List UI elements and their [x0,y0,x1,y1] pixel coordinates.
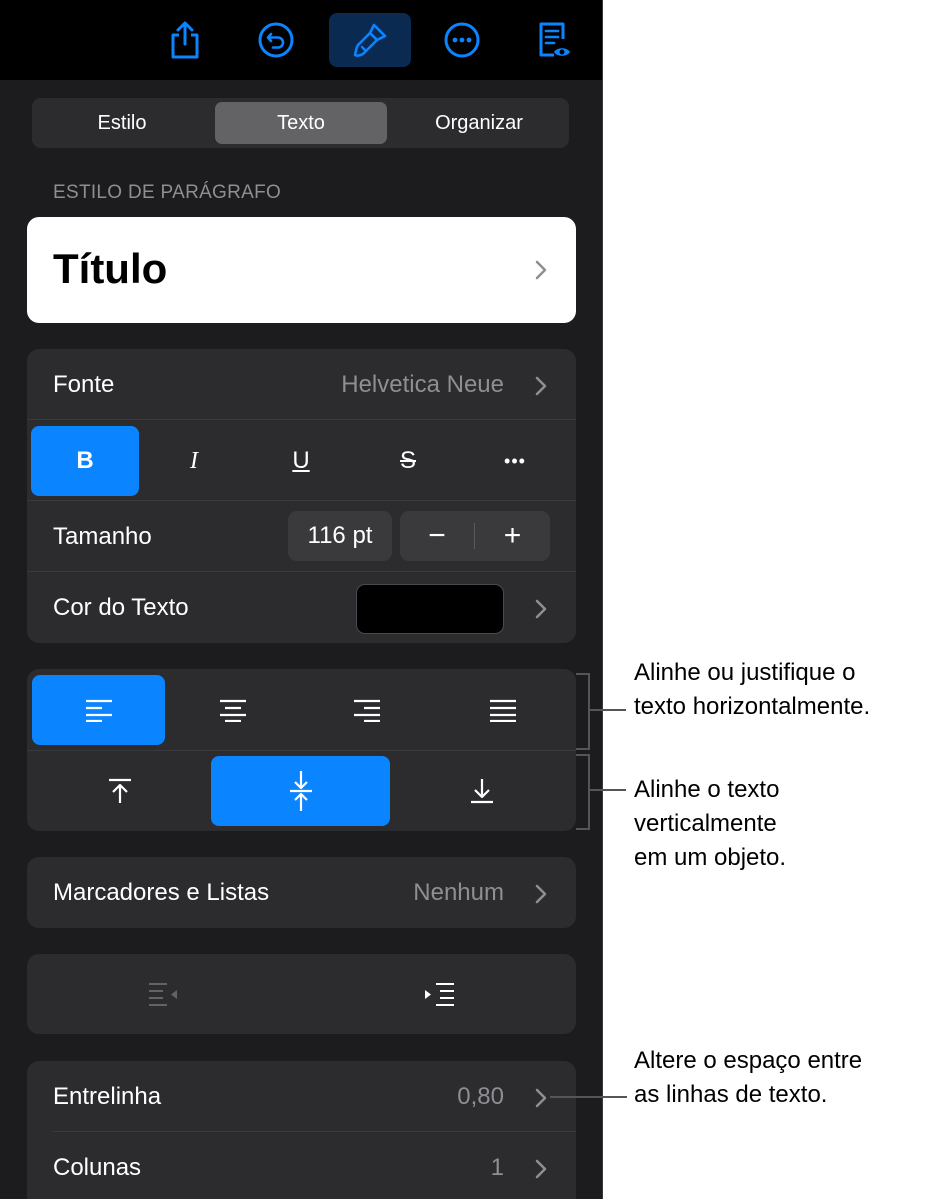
divider [53,1131,576,1132]
line-spacing-label: Entrelinha [53,1083,162,1110]
size-field[interactable]: 116 pt [288,511,392,561]
align-center-button[interactable] [166,675,299,745]
align-center-icon [219,699,246,722]
align-bottom-icon [470,779,493,804]
justify-icon [490,699,516,722]
paragraph-style-section-label: ESTILO DE PARÁGRAFO [53,182,282,203]
chevron-right-icon[interactable] [534,375,548,397]
tab-organizar[interactable]: Organizar [393,102,565,144]
font-label: Fonte [53,371,115,398]
size-stepper: − + [400,511,550,561]
align-middle-button[interactable] [211,756,390,826]
toolbar [0,0,602,80]
chevron-right-icon[interactable] [534,598,548,620]
chevron-right-icon[interactable] [534,1158,548,1180]
spacing-group: Entrelinha 0,80 Colunas 1 [27,1061,576,1199]
panel-border [602,0,603,1199]
more-styles-button[interactable]: ••• [461,426,569,496]
decrease-indent-icon [149,983,177,1006]
italic-button[interactable]: I [140,426,248,496]
divider [27,419,576,420]
columns-value[interactable]: 1 [491,1154,504,1182]
align-top-button[interactable] [31,756,209,826]
callout-line-spacing: Altere o espaço entre as linhas de texto… [634,1044,862,1112]
callout-text-line: texto horizontalmente. [634,693,871,720]
increase-indent-button[interactable] [302,954,576,1034]
align-right-icon [353,699,380,722]
callout-bracket-vertical [576,754,590,830]
callout-horizontal-alignment: Alinhe ou justifique o texto horizontalm… [634,656,870,724]
font-group: Fonte Helvetica Neue B I U S ••• Tamanho… [27,349,576,643]
align-right-button[interactable] [300,675,433,745]
alignment-group [27,669,576,831]
tab-bar: Estilo Texto Organizar [32,98,569,148]
align-left-icon [85,699,112,722]
decrease-indent-button[interactable] [27,954,301,1034]
tab-texto[interactable]: Texto [215,102,387,144]
increase-indent-icon [425,983,454,1006]
callout-leader-vertical [590,789,626,791]
font-value[interactable]: Helvetica Neue [341,371,504,399]
bullets-label: Marcadores e Listas [53,879,270,906]
align-top-icon [109,778,131,803]
decrease-size-button[interactable]: − [400,511,474,561]
callout-leader-horizontal [590,709,626,711]
more-icon[interactable] [421,13,503,67]
bullets-lists-row[interactable]: Marcadores e Listas Nenhum [27,857,576,928]
undo-icon[interactable] [235,13,317,67]
divider [27,500,576,501]
strikethrough-button[interactable]: S [354,426,462,496]
callout-text-line: Alinhe ou justifique o [634,659,856,686]
callout-text-line: verticalmente [634,810,777,837]
format-brush-icon[interactable] [329,13,411,67]
text-color-label: Cor do Texto [53,594,189,621]
chevron-right-icon[interactable] [534,1087,548,1109]
align-left-button[interactable] [32,675,165,745]
paragraph-style-button[interactable]: Título [27,217,576,323]
chevron-right-icon [535,260,547,280]
divider [27,750,576,751]
callout-text-line: em um objeto. [634,844,787,871]
divider [27,571,576,572]
text-color-swatch[interactable] [356,584,504,634]
tab-estilo[interactable]: Estilo [36,102,208,144]
columns-label: Colunas [53,1154,142,1181]
callout-text-line: Alinhe o texto [634,776,780,803]
indent-group [27,954,576,1034]
justify-button[interactable] [434,675,572,745]
underline-button[interactable]: U [247,426,355,496]
format-panel: Estilo Texto Organizar ESTILO DE PARÁGRA… [0,0,602,1199]
share-icon[interactable] [144,13,226,67]
callout-text-line: as linhas de texto. [634,1081,828,1108]
reader-view-icon[interactable] [512,13,594,67]
bullets-value: Nenhum [413,879,504,906]
callout-leader-spacing [550,1096,627,1098]
callout-text-line: Altere o espaço entre [634,1047,863,1074]
size-label: Tamanho [53,523,152,550]
align-bottom-button[interactable] [392,756,571,826]
line-spacing-value[interactable]: 0,80 [457,1083,504,1111]
callout-vertical-alignment: Alinhe o texto verticalmente em um objet… [634,773,786,875]
align-middle-icon [289,771,312,811]
bold-button[interactable]: B [31,426,139,496]
increase-size-button[interactable]: + [475,511,550,561]
chevron-right-icon [535,884,547,904]
callout-bracket-horizontal [576,673,590,750]
paragraph-style-value: Título [53,245,168,292]
